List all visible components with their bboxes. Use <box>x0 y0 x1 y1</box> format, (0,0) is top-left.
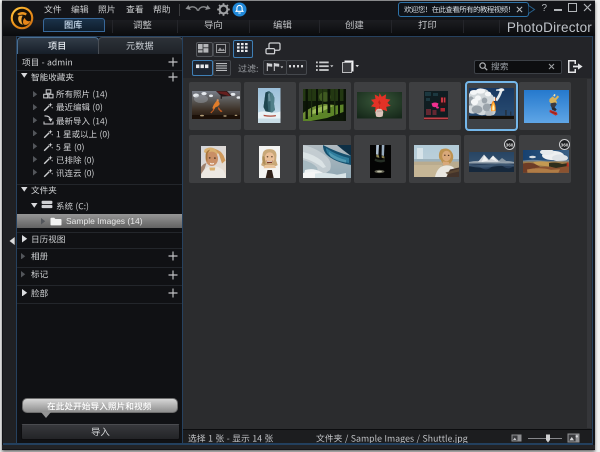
svg-text:360: 360 <box>560 142 568 147</box>
svg-text:360: 360 <box>506 142 514 147</box>
